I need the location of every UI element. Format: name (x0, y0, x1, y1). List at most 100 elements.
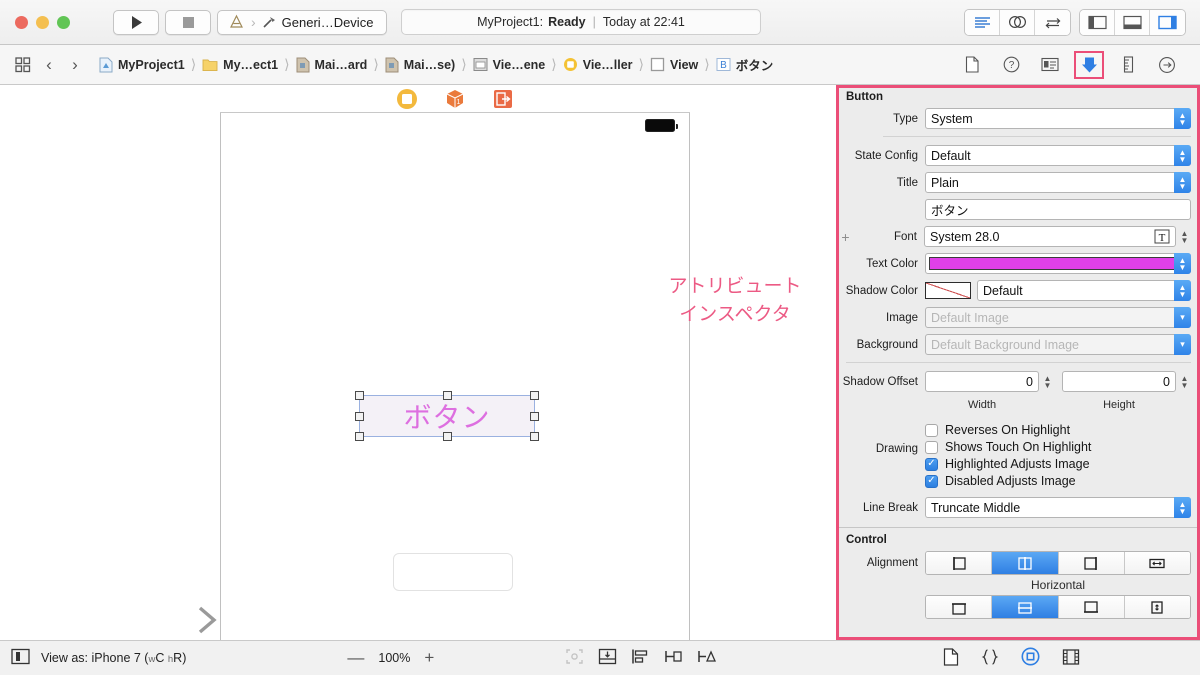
align-left-button[interactable] (926, 552, 993, 574)
file-template-library-button[interactable] (943, 647, 959, 669)
background-combo[interactable]: Default Background Image ▾ (925, 334, 1191, 355)
connections-inspector-tab[interactable] (1154, 53, 1180, 77)
font-picker-button[interactable]: T (1154, 229, 1170, 244)
resize-handle-top-left[interactable] (355, 391, 364, 400)
breadcrumb-item-storyboard-base[interactable]: Mai…se) (380, 57, 460, 73)
title-style-popup[interactable]: Plain ▲ ▼ (925, 172, 1191, 193)
breadcrumb-item-storyboard[interactable]: Mai…ard (291, 57, 373, 73)
view-as-label[interactable]: View as: iPhone 7 (wC hR) (41, 651, 186, 665)
breadcrumb-label: View (670, 57, 699, 72)
attributes-inspector-panel[interactable]: Button Type System ▲ ▼ State Config Defau… (836, 85, 1200, 640)
add-variation-button[interactable]: + (839, 229, 852, 245)
button-element[interactable]: ボタン (355, 391, 539, 441)
resize-handle-top-center[interactable] (443, 391, 452, 400)
valign-fill-button[interactable] (1124, 596, 1190, 618)
shows-touch-on-highlight-checkbox[interactable] (925, 440, 938, 454)
shadow-offset-width-field[interactable]: 0 (925, 371, 1039, 392)
breadcrumb-item-viewcontroller[interactable]: Vie…ller (558, 57, 638, 72)
horizontal-alignment-segments[interactable] (925, 551, 1191, 575)
file-inspector-tab[interactable] (959, 53, 985, 77)
pin-button[interactable] (664, 648, 683, 668)
valign-bottom-button[interactable] (1058, 596, 1125, 618)
resize-handle-bottom-left[interactable] (355, 432, 364, 441)
debug-toggle-button[interactable] (1115, 9, 1150, 35)
drawing-option-reverses[interactable]: Reverses On Highlight (925, 423, 1070, 437)
navigator-toggle-button[interactable] (1080, 9, 1115, 35)
interface-builder-canvas[interactable]: 1 ボタン アトリビュート インスペクタ (0, 85, 836, 640)
zoom-in-button[interactable]: + (424, 648, 434, 668)
shadow-color-popup[interactable]: Default ▲ ▼ (977, 280, 1191, 301)
align-button[interactable] (631, 648, 650, 668)
drawing-option-disabled-adjusts[interactable]: Disabled Adjusts Image (925, 474, 1076, 488)
minimize-button[interactable] (36, 15, 49, 29)
valign-center-button[interactable] (992, 596, 1059, 618)
resize-handle-bottom-right[interactable] (530, 432, 539, 441)
shadow-offset-width-stepper[interactable]: ▲ ▼ (1041, 371, 1054, 392)
font-field[interactable]: System 28.0 T (924, 226, 1176, 247)
highlighted-adjusts-image-checkbox[interactable] (925, 457, 938, 471)
shadow-color-swatch[interactable] (925, 282, 971, 299)
standard-editor-button[interactable] (965, 9, 1000, 35)
size-inspector-tab[interactable] (1115, 53, 1141, 77)
reverses-on-highlight-checkbox[interactable] (925, 423, 938, 437)
align-fill-button[interactable] (1124, 552, 1190, 574)
assistant-editor-icon (1008, 15, 1026, 29)
drawing-option-shows-touch[interactable]: Shows Touch On Highlight (925, 440, 1091, 454)
update-frames-button[interactable] (565, 648, 584, 668)
shadow-offset-height-stepper[interactable]: ▲ ▼ (1178, 371, 1191, 392)
assistant-editor-button[interactable] (1000, 9, 1035, 35)
drawing-option-highlighted-adjusts[interactable]: Highlighted Adjusts Image (925, 457, 1090, 471)
resolve-issues-button[interactable] (697, 648, 717, 668)
image-combo[interactable]: Default Image ▾ (925, 307, 1191, 328)
close-button[interactable] (15, 15, 28, 29)
resize-handle-middle-right[interactable] (530, 412, 539, 421)
run-button[interactable] (113, 9, 159, 35)
code-snippet-library-button[interactable] (981, 648, 999, 669)
forward-button[interactable]: › (62, 53, 88, 77)
align-center-button[interactable] (992, 552, 1059, 574)
view-controller-icon[interactable] (396, 88, 418, 110)
title-text-field[interactable]: ボタン (925, 199, 1191, 220)
stop-button[interactable] (165, 9, 211, 35)
type-popup[interactable]: System ▲ ▼ (925, 108, 1191, 129)
identity-inspector-tab[interactable] (1037, 53, 1063, 77)
resize-handle-top-right[interactable] (530, 391, 539, 400)
text-color-swatch[interactable] (929, 257, 1187, 270)
related-items-button[interactable] (10, 53, 36, 77)
breadcrumb-chevron-icon: ⟩ (284, 56, 290, 72)
line-break-popup[interactable]: Truncate Middle ▲ ▼ (925, 497, 1191, 518)
view-controller-canvas[interactable]: ボタン (220, 113, 690, 640)
document-outline-toggle-button[interactable] (11, 648, 30, 668)
initial-view-controller-arrow (110, 600, 225, 640)
font-stepper[interactable]: ▲ ▼ (1178, 226, 1191, 247)
align-right-button[interactable] (1058, 552, 1125, 574)
embed-in-button[interactable] (598, 648, 617, 668)
breadcrumb-item-scene[interactable]: Vie…ene (468, 57, 551, 72)
breadcrumb-item-folder[interactable]: My…ect1 (197, 58, 283, 72)
resize-handle-middle-left[interactable] (355, 412, 364, 421)
utilities-toggle-button[interactable] (1150, 9, 1185, 35)
resize-handle-bottom-center[interactable] (443, 432, 452, 441)
breadcrumb-item-project[interactable]: MyProject1 (94, 57, 190, 73)
breadcrumb-item-button[interactable]: B ボタン (711, 55, 779, 74)
zoom-out-button[interactable]: — (347, 648, 364, 668)
object-library-button[interactable] (1021, 647, 1040, 669)
exit-icon[interactable] (492, 88, 514, 110)
shadow-offset-height-field[interactable]: 0 (1062, 371, 1176, 392)
textfield-element[interactable] (393, 553, 513, 591)
media-library-button[interactable] (1062, 648, 1080, 669)
breadcrumb-item-view[interactable]: View (645, 57, 703, 72)
disabled-adjusts-image-checkbox[interactable] (925, 474, 938, 488)
zoom-button[interactable] (57, 15, 70, 29)
text-color-well[interactable]: ▲ ▼ (925, 253, 1191, 274)
quick-help-inspector-tab[interactable]: ? (998, 53, 1024, 77)
version-editor-button[interactable] (1035, 9, 1070, 35)
zoom-level-label[interactable]: 100% (378, 651, 410, 665)
scheme-selector[interactable]: › Generi…Device (217, 9, 387, 35)
attributes-inspector-tab[interactable] (1074, 50, 1104, 79)
vertical-alignment-segments[interactable] (925, 595, 1191, 619)
first-responder-icon[interactable]: 1 (444, 88, 466, 110)
state-config-popup[interactable]: Default ▲ ▼ (925, 145, 1191, 166)
back-button[interactable]: ‹ (36, 53, 62, 77)
valign-top-button[interactable] (926, 596, 993, 618)
